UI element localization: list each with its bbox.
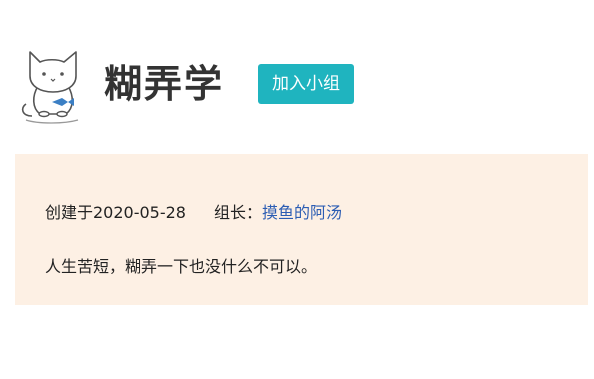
cat-avatar-icon (21, 51, 79, 124)
group-meta-row: 创建于2020-05-28 组长： 摸鱼的阿汤 (45, 199, 342, 223)
group-page: 糊弄学 加入小组 创建于2020-05-28 组长： 摸鱼的阿汤 人生苦短，糊弄… (0, 0, 594, 379)
group-title: 糊弄学 (104, 62, 225, 106)
created-date: 创建于2020-05-28 (45, 203, 186, 222)
group-description: 人生苦短，糊弄一下也没什么不可以。 (45, 257, 318, 276)
group-header: 糊弄学 加入小组 (18, 42, 355, 126)
leader-label: 组长： (214, 203, 263, 222)
leader-name-link[interactable]: 摸鱼的阿汤 (262, 199, 342, 223)
join-group-button[interactable]: 加入小组 (258, 64, 355, 104)
group-info-panel: 创建于2020-05-28 组长： 摸鱼的阿汤 人生苦短，糊弄一下也没什么不可以… (15, 154, 588, 305)
